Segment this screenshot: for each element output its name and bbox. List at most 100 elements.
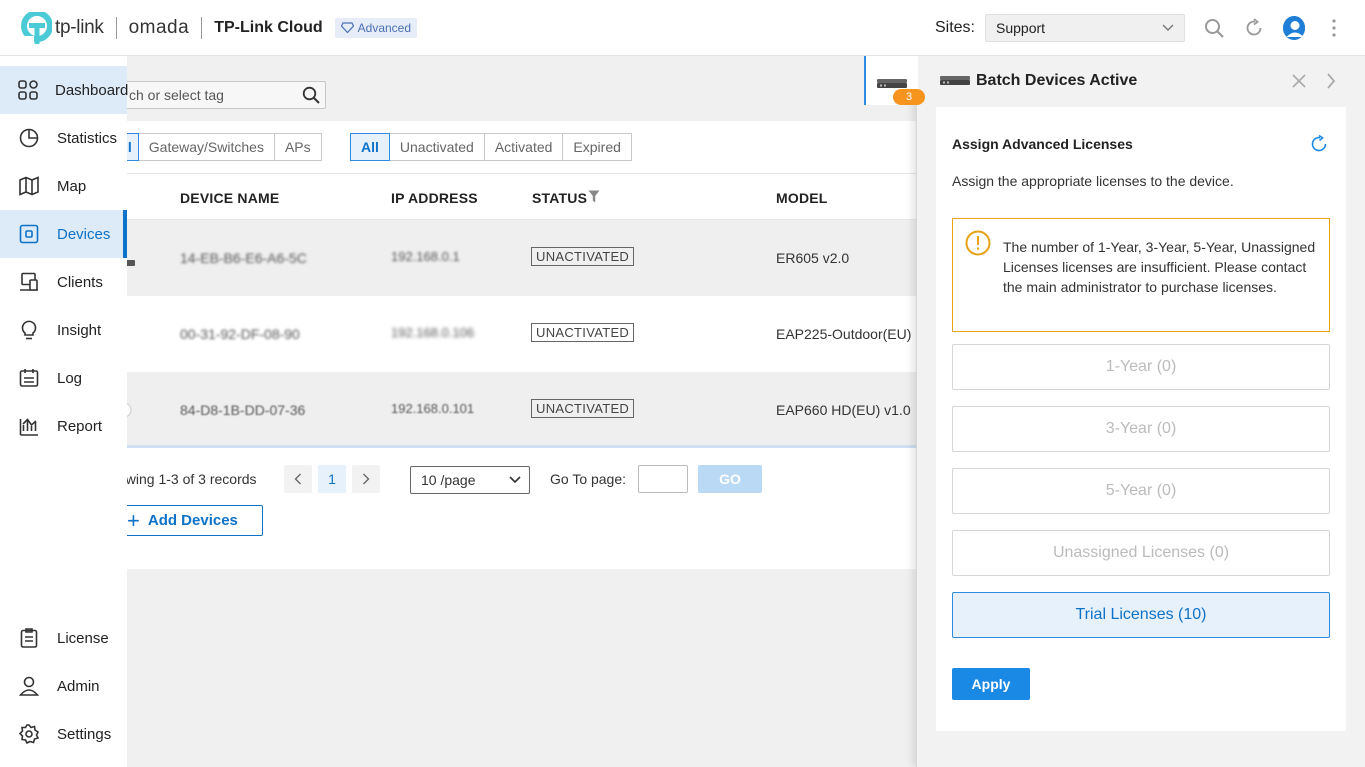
plus-icon: + <box>127 507 140 533</box>
header-actions: Sites: Support <box>934 13 1365 42</box>
report-icon <box>18 415 40 437</box>
refresh-icon[interactable] <box>1243 17 1265 39</box>
device-name-cell[interactable]: 14-EB-B6-E6-A6-5C <box>180 250 307 266</box>
next-page-button[interactable] <box>352 465 380 493</box>
table-row[interactable]: 00-31-92-DF-08-90 192.168.0.106 UNACTIVA… <box>127 296 917 372</box>
filter-status-all[interactable]: All <box>350 133 390 161</box>
sidebar-item-map[interactable]: Map <box>0 162 127 210</box>
map-icon <box>18 175 40 197</box>
pagination-summary: owing 1-3 of 3 records <box>118 471 257 487</box>
license-option-unassigned[interactable]: Unassigned Licenses (0) <box>952 530 1330 576</box>
apply-button[interactable]: Apply <box>952 668 1030 700</box>
tp-link-logo[interactable]: tp-link omada TP-Link Cloud Advanced <box>20 9 418 44</box>
sidebar-item-label: Log <box>57 369 83 387</box>
search-icon[interactable] <box>1203 17 1225 39</box>
sidebar-item-clients[interactable]: Clients <box>0 258 127 306</box>
table-row[interactable]: 14-EB-B6-E6-A6-5C 192.168.0.1 UNACTIVATE… <box>124 220 917 296</box>
status-badge: UNACTIVATED <box>531 399 635 418</box>
page-size-value: 10 /page <box>421 472 476 488</box>
close-icon[interactable] <box>1290 72 1308 93</box>
sidebar-item-statistics[interactable]: Statistics <box>0 114 127 162</box>
pie-chart-icon <box>18 127 40 149</box>
user-icon <box>18 675 40 697</box>
sidebar-item-insight[interactable]: Insight <box>0 306 127 354</box>
assign-licenses-card: Assign Advanced Licenses Assign the appr… <box>936 107 1346 731</box>
sidebar-item-label: Statistics <box>57 129 118 147</box>
page-size-select[interactable]: 10 /page <box>410 466 530 494</box>
avatar[interactable] <box>1283 15 1305 40</box>
ip-address-cell: 192.168.0.1 <box>391 249 460 264</box>
goto-page-label: Go To page: <box>550 471 627 487</box>
top-header: tp-link omada TP-Link Cloud Advanced Sit… <box>0 0 1365 56</box>
sidebar-item-devices[interactable]: Devices <box>0 210 127 258</box>
sidebar-item-label: Insight <box>57 321 102 339</box>
site-select[interactable]: Support <box>985 13 1185 42</box>
search-placeholder: ch or select tag <box>129 87 224 103</box>
header-divider <box>115 16 117 39</box>
sidebar-item-admin[interactable]: Admin <box>0 662 127 710</box>
sidebar-item-settings[interactable]: Settings <box>0 710 127 758</box>
device-name-cell[interactable]: 84-D8-1B-DD-07-36 <box>180 402 305 418</box>
chevron-right-icon <box>363 473 370 485</box>
filter-status-activated[interactable]: Activated <box>483 133 564 161</box>
refresh-icon[interactable] <box>1310 134 1328 156</box>
diamond-icon <box>340 22 354 33</box>
column-header-model[interactable]: MODEL <box>776 190 828 206</box>
sidebar-item-label: Dashboard <box>55 81 129 99</box>
product-text: omada <box>128 16 190 38</box>
page-button-current[interactable]: 1 <box>318 465 346 493</box>
gear-icon <box>18 723 40 745</box>
assign-licenses-description: Assign the appropriate licenses to the d… <box>952 173 1234 189</box>
chevron-right-icon[interactable] <box>1326 72 1336 93</box>
sidebar-item-label: Settings <box>57 725 112 743</box>
warning-icon <box>965 230 991 261</box>
sidebar-item-log[interactable]: Log <box>0 354 127 402</box>
add-devices-label: Add Devices <box>147 512 238 529</box>
filter-status-unactivated[interactable]: Unactivated <box>388 133 485 161</box>
model-cell: EAP660 HD(EU) v1.0 <box>776 402 911 418</box>
sites-label: Sites: <box>934 18 975 36</box>
advanced-badge-label: Advanced <box>357 20 412 35</box>
sidebar-item-label: Report <box>57 417 103 435</box>
device-search-input[interactable]: ch or select tag <box>110 81 326 109</box>
model-cell: EAP225-Outdoor(EU) <box>776 326 912 342</box>
search-icon[interactable] <box>302 86 320 107</box>
column-header-ip-address[interactable]: IP ADDRESS <box>391 190 478 206</box>
selected-count-badge: 3 <box>893 89 925 105</box>
brand-text: tp-link <box>55 16 104 38</box>
advanced-badge: Advanced <box>334 17 418 38</box>
tp-link-logo-mark <box>20 9 53 44</box>
column-header-status[interactable]: STATUS <box>532 190 587 206</box>
assign-licenses-title: Assign Advanced Licenses <box>952 136 1133 152</box>
column-header-device-name[interactable]: DEVICE NAME <box>180 190 279 206</box>
table-row[interactable]: 84-D8-1B-DD-07-36 192.168.0.101 UNACTIVA… <box>123 372 917 448</box>
sidebar-item-license[interactable]: License <box>0 614 127 662</box>
sidebar-item-label: Map <box>57 177 87 195</box>
license-option-trial[interactable]: Trial Licenses (10) <box>952 592 1330 638</box>
filter-funnel-icon[interactable] <box>588 190 600 206</box>
panel-title-text: Batch Devices Active <box>976 72 1138 89</box>
chevron-down-icon <box>1162 24 1174 31</box>
license-option-1-year[interactable]: 1-Year (0) <box>952 344 1330 390</box>
device-name-cell[interactable]: 00-31-92-DF-08-90 <box>180 326 300 342</box>
chevron-left-icon <box>294 473 301 485</box>
sidebar: Dashboard Statistics Map Devices Clients… <box>0 56 129 767</box>
sidebar-item-dashboard[interactable]: Dashboard <box>0 66 129 114</box>
filter-gateway-switches[interactable]: Gateway/Switches <box>137 133 275 161</box>
dashboard-icon <box>18 79 38 101</box>
more-vertical-icon[interactable] <box>1323 17 1345 39</box>
license-option-3-year[interactable]: 3-Year (0) <box>952 406 1330 452</box>
clients-icon <box>18 271 40 293</box>
license-option-5-year[interactable]: 5-Year (0) <box>952 468 1330 514</box>
filter-aps[interactable]: APs <box>273 133 322 161</box>
prev-page-button[interactable] <box>284 465 312 493</box>
status-badge: UNACTIVATED <box>531 247 635 266</box>
device-icon <box>18 223 40 245</box>
filter-status-expired[interactable]: Expired <box>562 133 632 161</box>
table-horizontal-scrollbar[interactable] <box>127 445 917 448</box>
go-button[interactable]: GO <box>698 465 762 493</box>
goto-page-input[interactable] <box>638 465 688 493</box>
sidebar-item-report[interactable]: Report <box>0 402 127 450</box>
warning-text: The number of 1-Year, 3-Year, 5-Year, Un… <box>1003 239 1316 295</box>
add-devices-button[interactable]: + Add Devices <box>118 505 263 536</box>
